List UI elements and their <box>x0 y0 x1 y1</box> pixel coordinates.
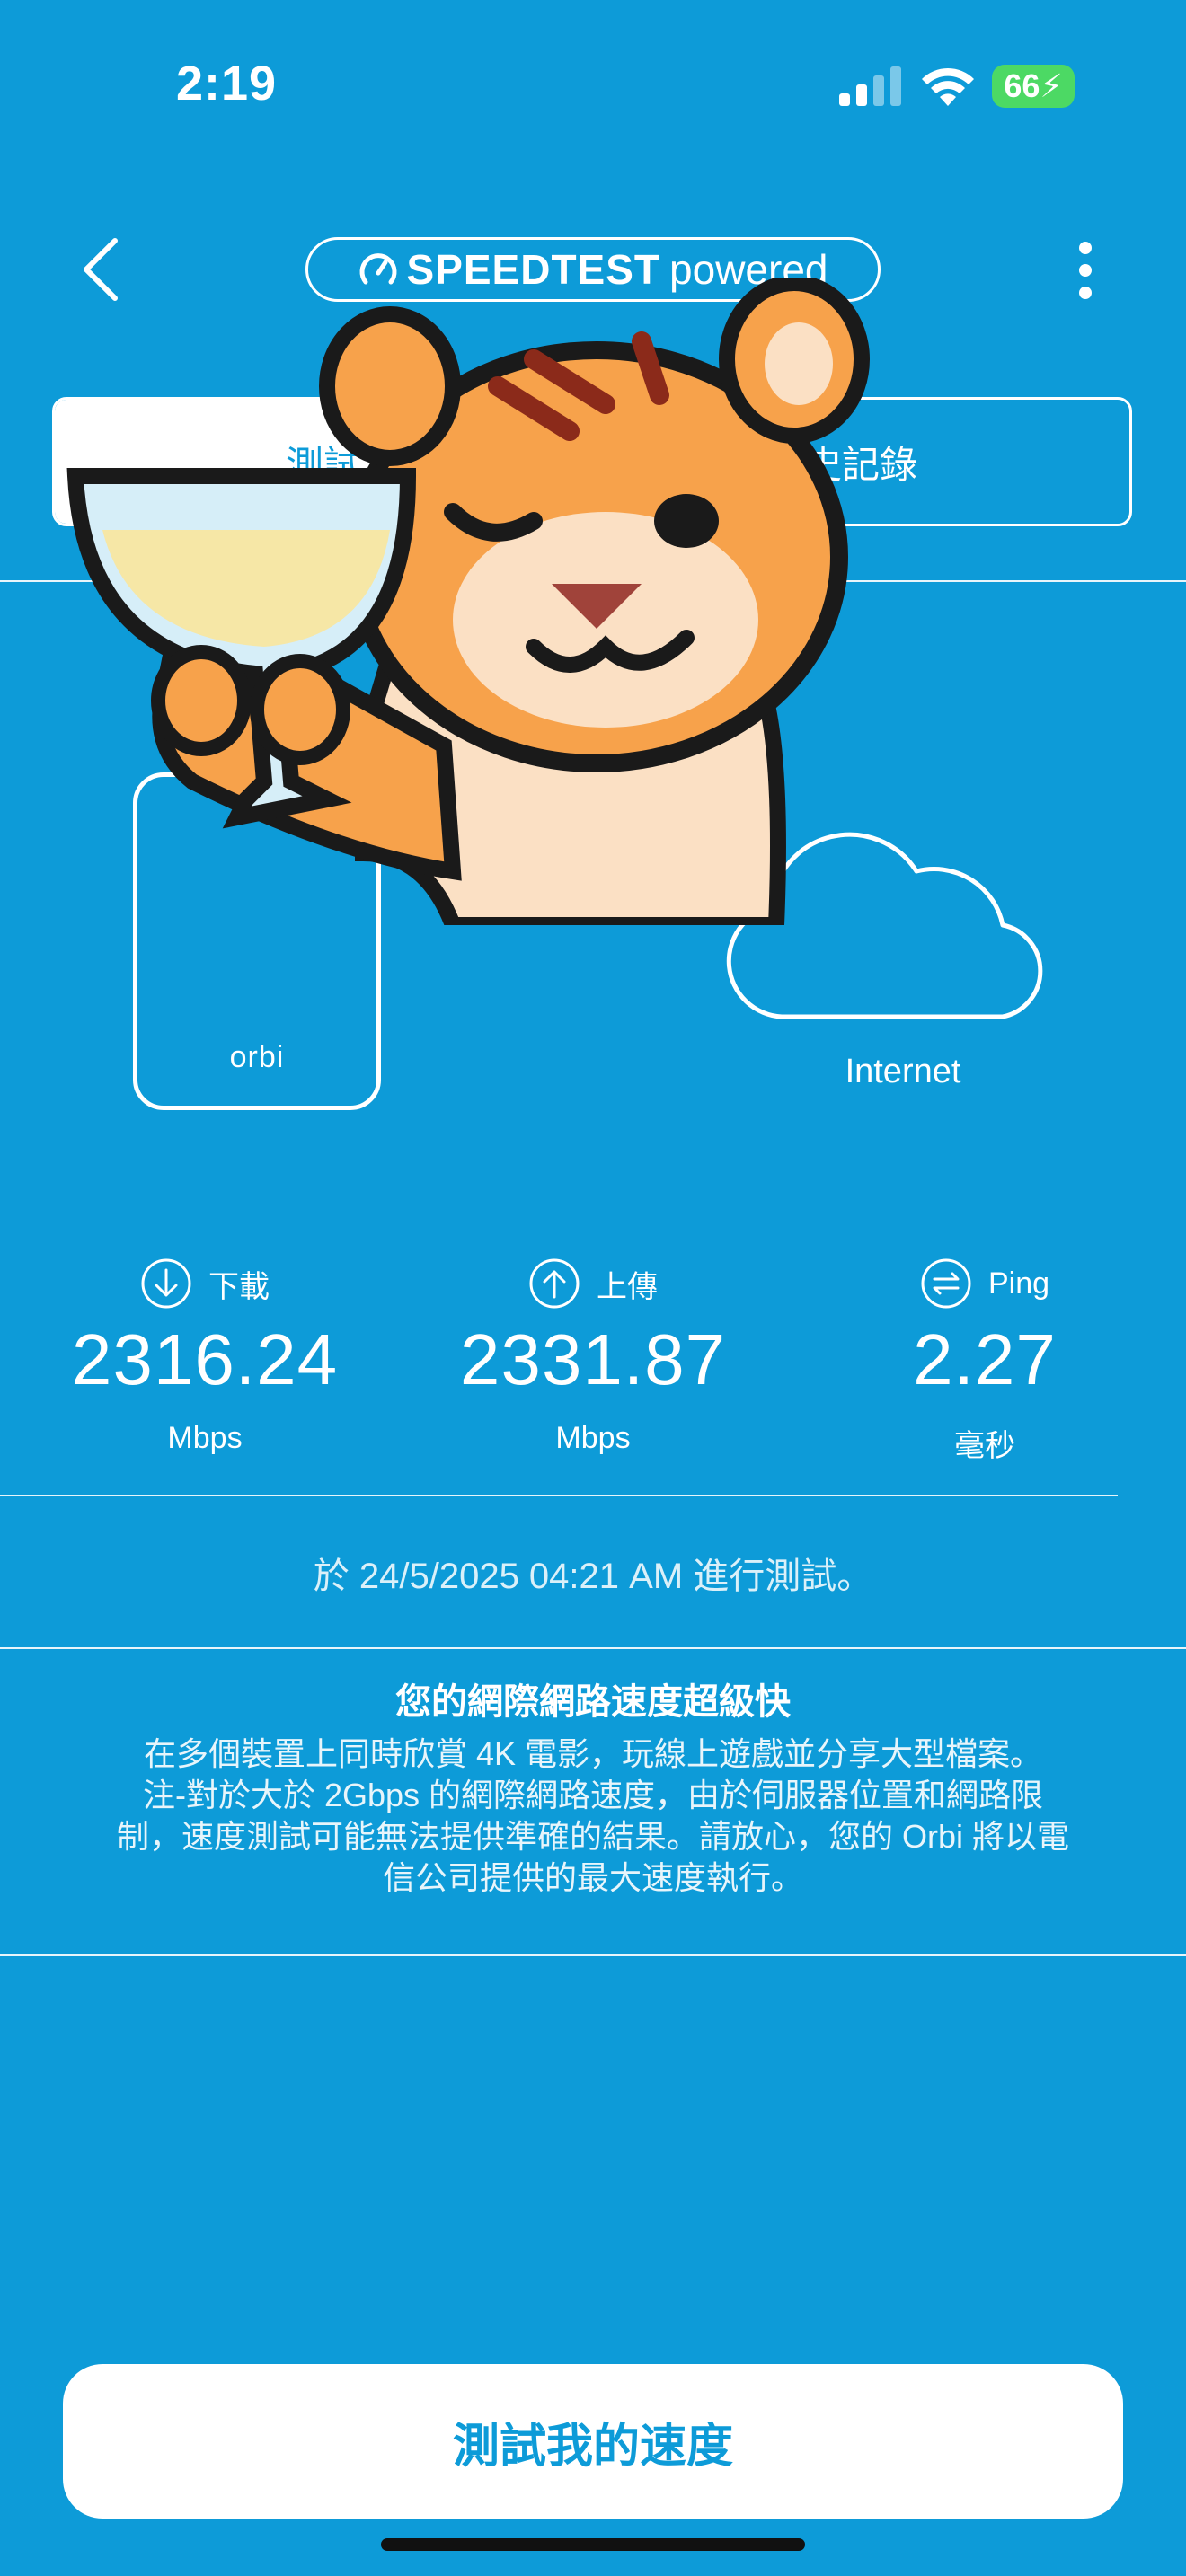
battery-indicator: 66 ⚡ <box>992 65 1075 108</box>
home-indicator <box>381 2538 805 2551</box>
description-line: 注-對於大於 2Gbps 的網際網路速度，由於伺服器位置和網路限 <box>142 1777 1044 1813</box>
description-line: 信公司提供的最大速度執行。 <box>382 1859 803 1896</box>
divider <box>0 1647 1186 1649</box>
download-value: 2316.24 <box>71 1319 339 1399</box>
upload-unit: Mbps <box>555 1421 631 1455</box>
router-label: orbi <box>229 1040 285 1074</box>
upload-value: 2331.87 <box>459 1319 727 1399</box>
battery-level: 66 <box>1004 67 1040 104</box>
divider <box>0 1495 1118 1496</box>
status-time: 2:19 <box>176 57 278 110</box>
result-description: 在多個裝置上同時欣賞 4K 電影，玩線上遊戲並分享大型檔案。 注-對於大於 2G… <box>77 1734 1109 1899</box>
download-label: 下載 <box>208 1269 270 1304</box>
download-stat: 下載 2316.24 Mbps <box>52 1257 358 1456</box>
ping-unit: 毫秒 <box>954 1429 1015 1463</box>
tiger-sticker <box>66 278 870 925</box>
ping-value: 2.27 <box>913 1319 1057 1399</box>
upload-arrow-icon <box>529 1258 580 1309</box>
divider <box>0 1954 1186 1956</box>
upload-label: 上傳 <box>597 1269 658 1304</box>
cellular-signal-icon <box>839 66 901 106</box>
ping-icon <box>921 1258 971 1309</box>
download-unit: Mbps <box>167 1421 243 1455</box>
ping-stat: Ping 2.27 毫秒 <box>832 1257 1137 1465</box>
internet-label: Internet <box>845 1053 961 1090</box>
test-speed-button[interactable]: 測試我的速度 <box>63 2364 1123 2519</box>
download-arrow-icon <box>141 1258 191 1309</box>
upload-stat: 上傳 2331.87 Mbps <box>440 1257 746 1456</box>
description-line: 制，速度測試可能無法提供準確的結果。請放心，您的 Orbi 將以電 <box>116 1818 1069 1855</box>
result-title: 您的網際網路速度超級快 <box>395 1682 791 1722</box>
wifi-icon <box>922 67 974 106</box>
ping-label: Ping <box>987 1266 1050 1301</box>
more-options-icon[interactable] <box>1069 241 1102 300</box>
description-line: 在多個裝置上同時欣賞 4K 電影，玩線上遊戲並分享大型檔案。 <box>143 1735 1043 1772</box>
test-timestamp: 於 24/5/2025 04:21 AM 進行測試。 <box>313 1557 873 1596</box>
charging-bolt-icon: ⚡ <box>1040 67 1063 104</box>
